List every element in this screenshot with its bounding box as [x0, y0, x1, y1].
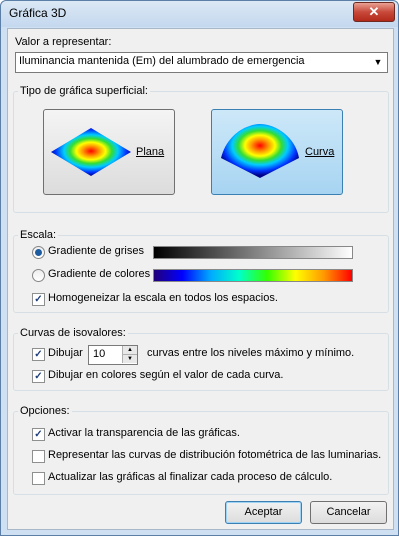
plane-surface-icon: [51, 128, 131, 176]
spin-down-icon[interactable]: ▼: [122, 355, 137, 363]
value-select-text: Iluminancia mantenida (Em) del alumbrado…: [19, 55, 305, 67]
color-isolines-label[interactable]: Dibujar en colores según el valor de cad…: [48, 369, 283, 381]
value-label: Valor a representar:: [15, 36, 112, 48]
homogenize-checkbox[interactable]: ✓: [32, 293, 45, 306]
color-gradient-bar: [153, 269, 353, 282]
options-group: Opciones: ✓ Activar la transparencia de …: [13, 405, 389, 495]
photometric-label[interactable]: Representar las curvas de distribución f…: [48, 449, 381, 461]
plane-button[interactable]: Plana: [43, 109, 175, 195]
transparency-label[interactable]: Activar la transparencia de las gráficas…: [48, 427, 240, 439]
surface-group-label: Tipo de gráfica superficial:: [18, 85, 150, 97]
curve-button[interactable]: Curva: [211, 109, 343, 195]
gray-gradient-label[interactable]: Gradiente de grises: [48, 245, 144, 257]
title-bar[interactable]: Gráfica 3D ✕: [1, 1, 398, 27]
gray-gradient-bar: [153, 246, 353, 259]
scale-group-label: Escala:: [18, 229, 59, 241]
window-title: Gráfica 3D: [9, 6, 67, 20]
surface-group: Tipo de gráfica superficial: Plana Curva: [13, 85, 389, 213]
accept-button[interactable]: Aceptar: [225, 501, 302, 524]
close-button[interactable]: ✕: [353, 2, 395, 22]
isolines-count-value[interactable]: 10: [93, 348, 105, 360]
auto-update-checkbox[interactable]: [32, 472, 45, 485]
auto-update-label[interactable]: Actualizar las gráficas al finalizar cad…: [48, 471, 332, 483]
photometric-checkbox[interactable]: [32, 450, 45, 463]
isolines-group-label: Curvas de isovalores:: [18, 327, 128, 339]
chevron-down-icon[interactable]: ▼: [371, 55, 385, 69]
curve-surface-icon: [221, 124, 299, 178]
cancel-button[interactable]: Cancelar: [310, 501, 387, 524]
dialog-window: Gráfica 3D ✕ Valor a representar: Ilumin…: [0, 0, 399, 536]
draw-isolines-checkbox[interactable]: ✓: [32, 348, 45, 361]
color-gradient-label[interactable]: Gradiente de colores: [48, 268, 150, 280]
options-group-label: Opciones:: [18, 405, 72, 417]
gray-gradient-radio[interactable]: [32, 246, 45, 259]
value-select[interactable]: Iluminancia mantenida (Em) del alumbrado…: [15, 52, 388, 73]
color-isolines-checkbox[interactable]: ✓: [32, 370, 45, 383]
draw-isolines-label[interactable]: Dibujar: [48, 347, 83, 359]
color-gradient-radio[interactable]: [32, 269, 45, 282]
isolines-count-stepper[interactable]: 10 ▲ ▼: [88, 345, 138, 365]
spin-up-icon[interactable]: ▲: [122, 346, 137, 355]
plane-label: Plana: [136, 146, 165, 158]
dialog-client: Valor a representar: Iluminancia manteni…: [7, 28, 394, 530]
isolines-group: Curvas de isovalores: ✓ Dibujar 10 ▲ ▼ c…: [13, 327, 389, 391]
transparency-checkbox[interactable]: ✓: [32, 428, 45, 441]
scale-group: Escala: Gradiente de grises Gradiente de…: [13, 229, 389, 313]
isolines-suffix-label: curvas entre los niveles máximo y mínimo…: [147, 347, 355, 359]
homogenize-label[interactable]: Homogeneizar la escala en todos los espa…: [48, 292, 278, 304]
curve-label: Curva: [305, 146, 335, 158]
